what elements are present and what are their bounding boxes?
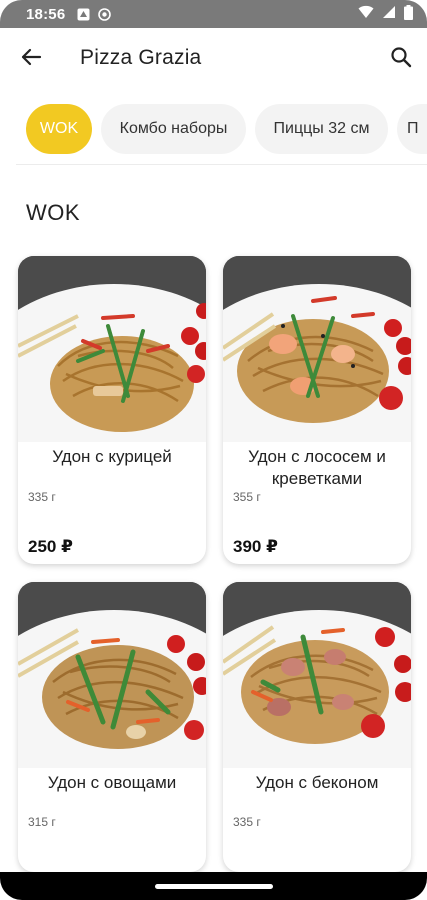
signal-icon xyxy=(382,5,396,23)
search-icon xyxy=(390,46,412,73)
arrow-back-icon xyxy=(20,46,42,73)
product-card[interactable]: Удон с лососем и креветками 355 г 390 ₽ xyxy=(223,256,411,564)
app-bar: Pizza Grazia xyxy=(0,28,427,88)
category-chip-label: Пиццы 32 см xyxy=(273,120,370,137)
system-nav-bar xyxy=(0,872,427,900)
product-card[interactable]: Удон с беконом 335 г xyxy=(223,582,411,872)
category-chip-pizza-32[interactable]: Пиццы 32 см xyxy=(255,104,388,154)
search-button[interactable] xyxy=(386,44,416,74)
app-screen: 18:56 Pizza Grazia WOK Комбо наборы Пицц… xyxy=(0,0,427,900)
category-chip-next[interactable]: П xyxy=(397,104,427,154)
sync-icon xyxy=(98,7,112,21)
category-chip-label: Комбо наборы xyxy=(119,120,228,137)
page-title: Pizza Grazia xyxy=(80,46,202,69)
product-weight: 315 г xyxy=(28,815,56,829)
chips-divider xyxy=(16,164,427,165)
battery-icon xyxy=(404,4,413,24)
notification-icon xyxy=(77,8,90,21)
status-right-icons xyxy=(358,4,413,24)
back-button[interactable] xyxy=(16,44,46,74)
category-chip-label: П xyxy=(407,120,419,137)
status-bar: 18:56 xyxy=(0,0,427,28)
product-photo xyxy=(223,256,411,442)
product-card[interactable]: Удон с курицей 335 г 250 ₽ xyxy=(18,256,206,564)
product-photo xyxy=(223,582,411,768)
product-name: Удон с лососем и креветками xyxy=(248,447,386,488)
product-weight: 355 г xyxy=(233,490,261,504)
category-chip-combo[interactable]: Комбо наборы xyxy=(101,104,246,154)
home-gesture-handle[interactable] xyxy=(155,884,273,889)
status-time: 18:56 xyxy=(26,5,66,23)
product-photo xyxy=(18,256,206,442)
wifi-icon xyxy=(358,5,374,23)
product-name: Удон с курицей xyxy=(52,447,172,466)
category-chip-wok[interactable]: WOK xyxy=(26,104,92,154)
product-price: 250 ₽ xyxy=(28,537,73,556)
product-name: Удон с овощами xyxy=(47,773,177,792)
product-name: Удон с беконом xyxy=(255,773,379,792)
product-photo xyxy=(18,582,206,768)
section-title: WOK xyxy=(26,200,81,225)
category-chip-label: WOK xyxy=(39,120,79,137)
category-tabs: WOK Комбо наборы Пиццы 32 см П xyxy=(0,104,427,156)
product-weight: 335 г xyxy=(233,815,261,829)
product-weight: 335 г xyxy=(28,490,56,504)
product-card[interactable]: Удон с овощами 315 г xyxy=(18,582,206,872)
product-price: 390 ₽ xyxy=(233,537,278,556)
